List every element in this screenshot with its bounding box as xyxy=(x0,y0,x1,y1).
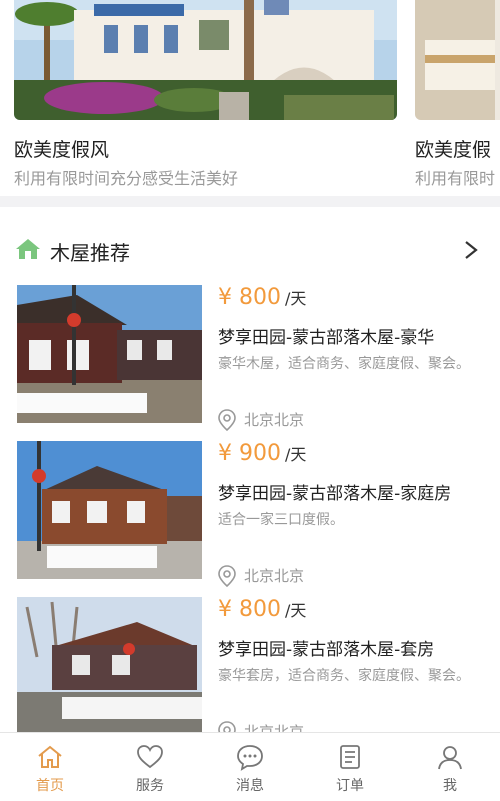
currency-symbol: ¥ xyxy=(218,597,232,622)
list-item[interactable]: ¥ 800/天 梦享田园-蒙古部落木屋-套房 豪华套房，适合商务、家庭度假、聚会… xyxy=(0,597,500,732)
cabin-recommend-section: 木屋推荐 ¥ 800/天 梦享田园-蒙古部落木屋-豪华 豪华木屋，适合商务、家庭… xyxy=(0,207,500,732)
listing-description: 豪华木屋，适合商务、家庭度假、聚会。 xyxy=(218,356,470,372)
listing-description: 豪华套房，适合商务、家庭度假、聚会。 xyxy=(218,668,470,684)
listing-name: 梦享田园-蒙古部落木屋-套房 xyxy=(218,640,435,660)
price-value: 800 xyxy=(239,597,281,622)
banner-title: 欧美度假风 xyxy=(14,139,110,161)
tab-orders[interactable]: 订单 xyxy=(300,733,400,801)
currency-symbol: ¥ xyxy=(218,441,232,466)
listing-location: 北京北京 xyxy=(218,565,305,587)
banner-image-villa xyxy=(14,0,397,120)
cabin-photo xyxy=(17,441,202,579)
home-icon xyxy=(38,745,62,768)
banner-carousel[interactable]: 欧美度假风 利用有限时间充分感受生活美好 欧美度假 利用有限时 xyxy=(0,0,500,196)
chat-icon xyxy=(237,745,263,771)
listing-location: 北京北京 xyxy=(218,409,305,431)
section-title: 木屋推荐 xyxy=(50,241,130,265)
tab-label: 订单 xyxy=(336,778,364,794)
location-pin-icon xyxy=(218,565,236,587)
tab-label: 消息 xyxy=(236,778,264,794)
price-unit: /天 xyxy=(285,601,307,620)
price-unit: /天 xyxy=(285,445,307,464)
listing-location: 北京北京 xyxy=(218,721,305,733)
tab-messages[interactable]: 消息 xyxy=(200,733,300,801)
banner-subtitle: 利用有限时间充分感受生活美好 xyxy=(14,169,239,188)
banner-card-1[interactable]: 欧美度假风 利用有限时间充分感受生活美好 xyxy=(14,0,397,188)
price: ¥ 800/天 xyxy=(218,285,306,310)
cabin-photo xyxy=(17,285,202,423)
tab-label: 服务 xyxy=(136,778,164,794)
price-unit: /天 xyxy=(285,289,307,308)
location-text: 北京北京 xyxy=(244,566,305,585)
currency-symbol: ¥ xyxy=(218,285,232,310)
location-text: 北京北京 xyxy=(244,722,305,733)
location-text: 北京北京 xyxy=(244,410,305,429)
price-value: 900 xyxy=(239,441,281,466)
tab-label: 我 xyxy=(443,778,457,794)
bottom-tab-bar: 首页 服务 消息 订单 我 xyxy=(0,732,500,801)
price-value: 800 xyxy=(239,285,281,310)
list-item[interactable]: ¥ 800/天 梦享田园-蒙古部落木屋-豪华 豪华木屋，适合商务、家庭度假、聚会… xyxy=(0,285,500,435)
section-header[interactable]: 木屋推荐 xyxy=(0,207,500,277)
chevron-right-icon[interactable] xyxy=(463,241,479,259)
heart-icon xyxy=(137,745,163,769)
listing-description: 适合一家三口度假。 xyxy=(218,512,344,528)
tab-home[interactable]: 首页 xyxy=(0,733,100,801)
banner-image-interior xyxy=(415,0,500,120)
location-pin-icon xyxy=(218,409,236,431)
listing-name: 梦享田园-蒙古部落木屋-豪华 xyxy=(218,328,435,348)
banner-subtitle: 利用有限时 xyxy=(415,169,496,188)
tab-me[interactable]: 我 xyxy=(400,733,500,801)
listing-name: 梦享田园-蒙古部落木屋-家庭房 xyxy=(218,484,452,504)
banner-title: 欧美度假 xyxy=(415,139,492,161)
tab-label: 首页 xyxy=(36,778,64,794)
order-icon xyxy=(340,745,360,769)
tab-service[interactable]: 服务 xyxy=(100,733,200,801)
price: ¥ 900/天 xyxy=(218,441,306,466)
location-pin-icon xyxy=(218,721,236,732)
price: ¥ 800/天 xyxy=(218,597,306,622)
cabin-photo xyxy=(17,597,202,732)
house-icon xyxy=(16,239,40,259)
list-item[interactable]: ¥ 900/天 梦享田园-蒙古部落木屋-家庭房 适合一家三口度假。 北京北京 xyxy=(0,441,500,591)
banner-card-2[interactable]: 欧美度假 利用有限时 xyxy=(415,0,500,188)
user-icon xyxy=(438,746,462,770)
